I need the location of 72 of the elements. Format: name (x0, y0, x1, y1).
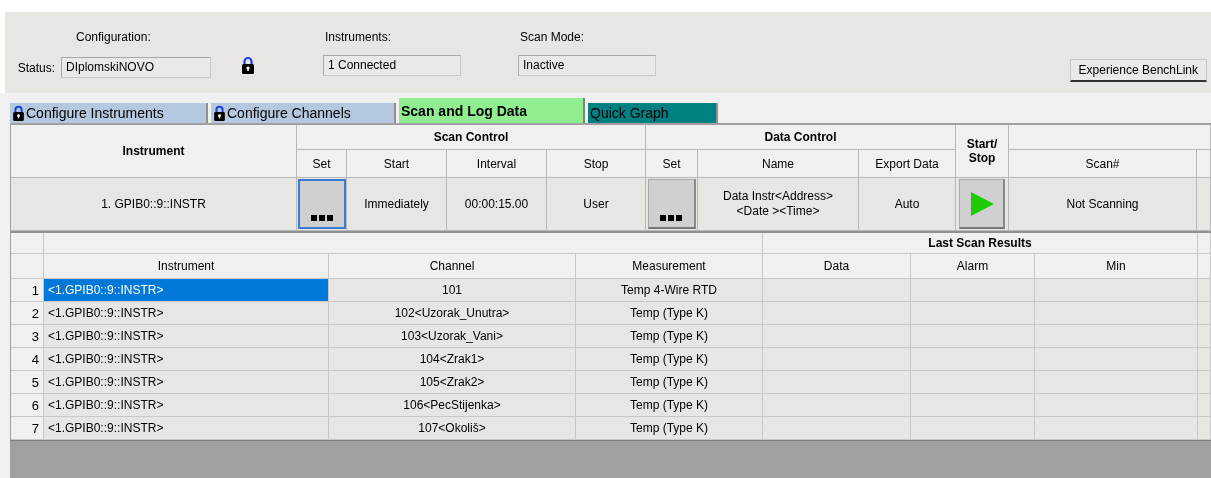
column-header: Set (646, 150, 698, 178)
tab[interactable]: Scan and Log Data (399, 98, 585, 123)
status-field: DIplomskiNOVO (61, 56, 211, 78)
table-cell: <1.GPIB0::9::INSTR> (44, 302, 329, 325)
more-icon (310, 215, 333, 221)
table-cell: Temp (Type K) (576, 371, 763, 394)
more-icon (660, 215, 682, 221)
column-header: Min (1035, 254, 1198, 279)
column-header: Data Control (646, 125, 956, 150)
table-cell: 103<Uzorak_Vani> (329, 325, 576, 348)
row-number: 5 (11, 371, 44, 394)
table-cell: 106<PecStijenka> (329, 394, 576, 417)
table-cell: Temp (Type K) (576, 394, 763, 417)
table-cell: <1.GPIB0::9::INSTR> (44, 371, 329, 394)
configuration-label: Configuration: (76, 30, 152, 46)
row-number: 2 (11, 302, 44, 325)
table-cell: 00:00:15.00 (447, 178, 547, 231)
column-header: Scan Control (297, 125, 646, 150)
instruments-field: 1 Connected (323, 54, 461, 76)
table-cell: 107<Okoliš> (329, 417, 576, 440)
table-cell: Temp (Type K) (576, 302, 763, 325)
table-cell: <1.GPIB0::9::INSTR> (44, 417, 329, 440)
column-header: Scan# (1009, 150, 1197, 178)
benchlink-button[interactable]: Experience BenchLink (1069, 58, 1207, 82)
instruments-label: Instruments: (325, 30, 393, 46)
row-number: 3 (11, 325, 44, 348)
status-label: Status: (17, 60, 55, 75)
column-header: Measurement (576, 254, 763, 279)
column-header: Stop (547, 150, 646, 178)
row-number: 7 (11, 417, 44, 440)
table-cell: 101 (329, 279, 576, 302)
table-cell: Auto (859, 178, 956, 231)
tab[interactable]: Configure Instruments (10, 103, 208, 123)
set-button[interactable] (297, 179, 346, 229)
table-cell: 102<Uzorak_Unutra> (329, 302, 576, 325)
column-header: Instrument (44, 254, 329, 279)
table-cell: Temp (Type K) (576, 417, 763, 440)
row-number: 6 (11, 394, 44, 417)
tab[interactable]: Quick Graph (588, 103, 718, 123)
table-cell: <1.GPIB0::9::INSTR> (44, 325, 329, 348)
table-cell: 1. GPIB0::9::INSTR (11, 178, 297, 231)
column-header: Alarm (911, 254, 1035, 279)
column-header: Start/ Stop (956, 125, 1009, 178)
tab[interactable]: Configure Channels (211, 103, 396, 123)
table-cell: 104<Zrak1> (329, 348, 576, 371)
table-cell: Data Instr<Address> <Date ><Time> (698, 178, 859, 231)
table-cell: <1.GPIB0::9::INSTR> (44, 279, 329, 302)
row-number: 1 (11, 279, 44, 302)
table-cell: Not Scanning (1009, 178, 1197, 231)
table-cell: 105<Zrak2> (329, 371, 576, 394)
set-button[interactable] (647, 179, 696, 229)
table-cell: Temp (Type K) (576, 348, 763, 371)
column-header: Export Data (859, 150, 956, 178)
scan-mode-label: Scan Mode: (520, 30, 586, 46)
row-number: 4 (11, 348, 44, 371)
column-header: Data (763, 254, 911, 279)
column-header: Name (698, 150, 859, 178)
column-header: Start (347, 150, 447, 178)
scan-mode-field: Inactive (518, 54, 656, 76)
table-cell: <1.GPIB0::9::INSTR> (44, 348, 329, 371)
table-cell: User (547, 178, 646, 231)
start-button[interactable] (959, 179, 1005, 229)
column-header: Interval (447, 150, 547, 178)
table-cell: Immediately (347, 178, 447, 231)
column-header: Set (297, 150, 347, 178)
column-header: Channel (329, 254, 576, 279)
table-cell: Temp 4-Wire RTD (576, 279, 763, 302)
column-header: Last Scan Results (763, 233, 1198, 254)
play-icon (968, 190, 995, 217)
table-cell: Temp (Type K) (576, 325, 763, 348)
table-cell: <1.GPIB0::9::INSTR> (44, 394, 329, 417)
column-header: Instrument (11, 125, 297, 178)
